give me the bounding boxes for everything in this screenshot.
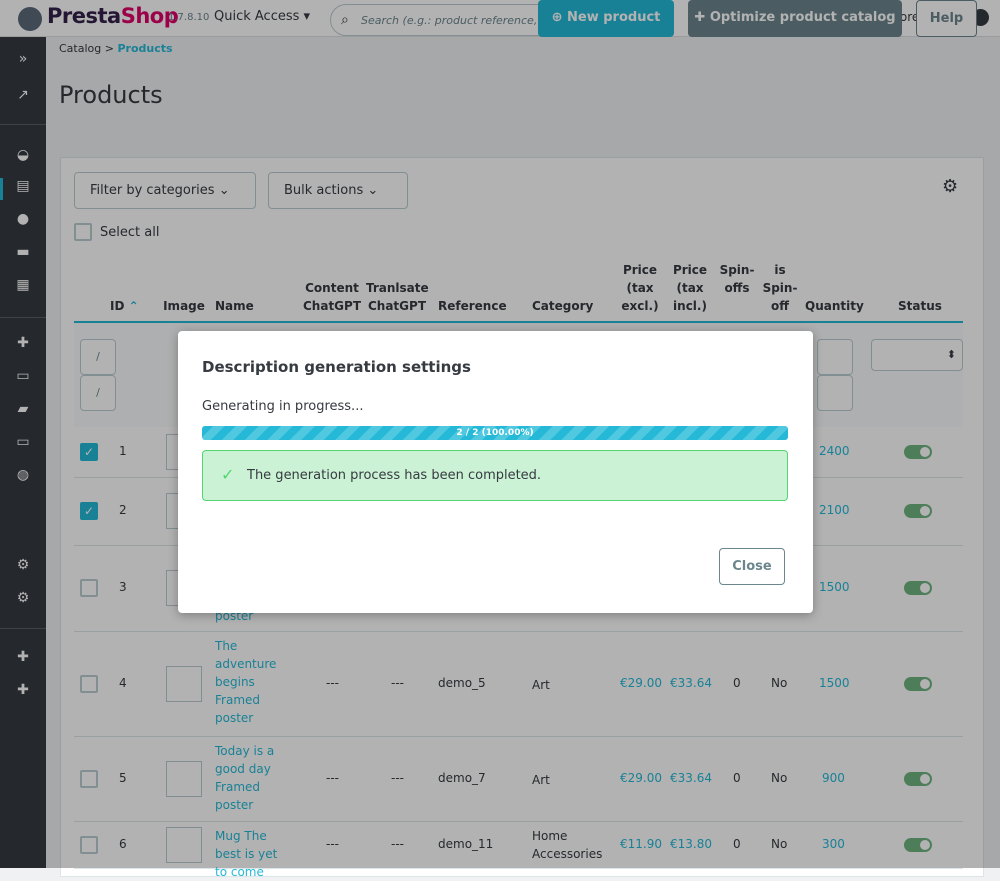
generation-modal: Description generation settings Generati… xyxy=(178,331,813,613)
success-alert: ✓ The generation process has been complet… xyxy=(202,450,788,501)
modal-title: Description generation settings xyxy=(202,358,471,376)
modal-status: Generating in progress... xyxy=(202,399,364,414)
close-button[interactable]: Close xyxy=(719,548,785,585)
progress-bar: 2 / 2 (100.00%) xyxy=(202,426,788,440)
check-icon: ✓ xyxy=(221,465,235,484)
